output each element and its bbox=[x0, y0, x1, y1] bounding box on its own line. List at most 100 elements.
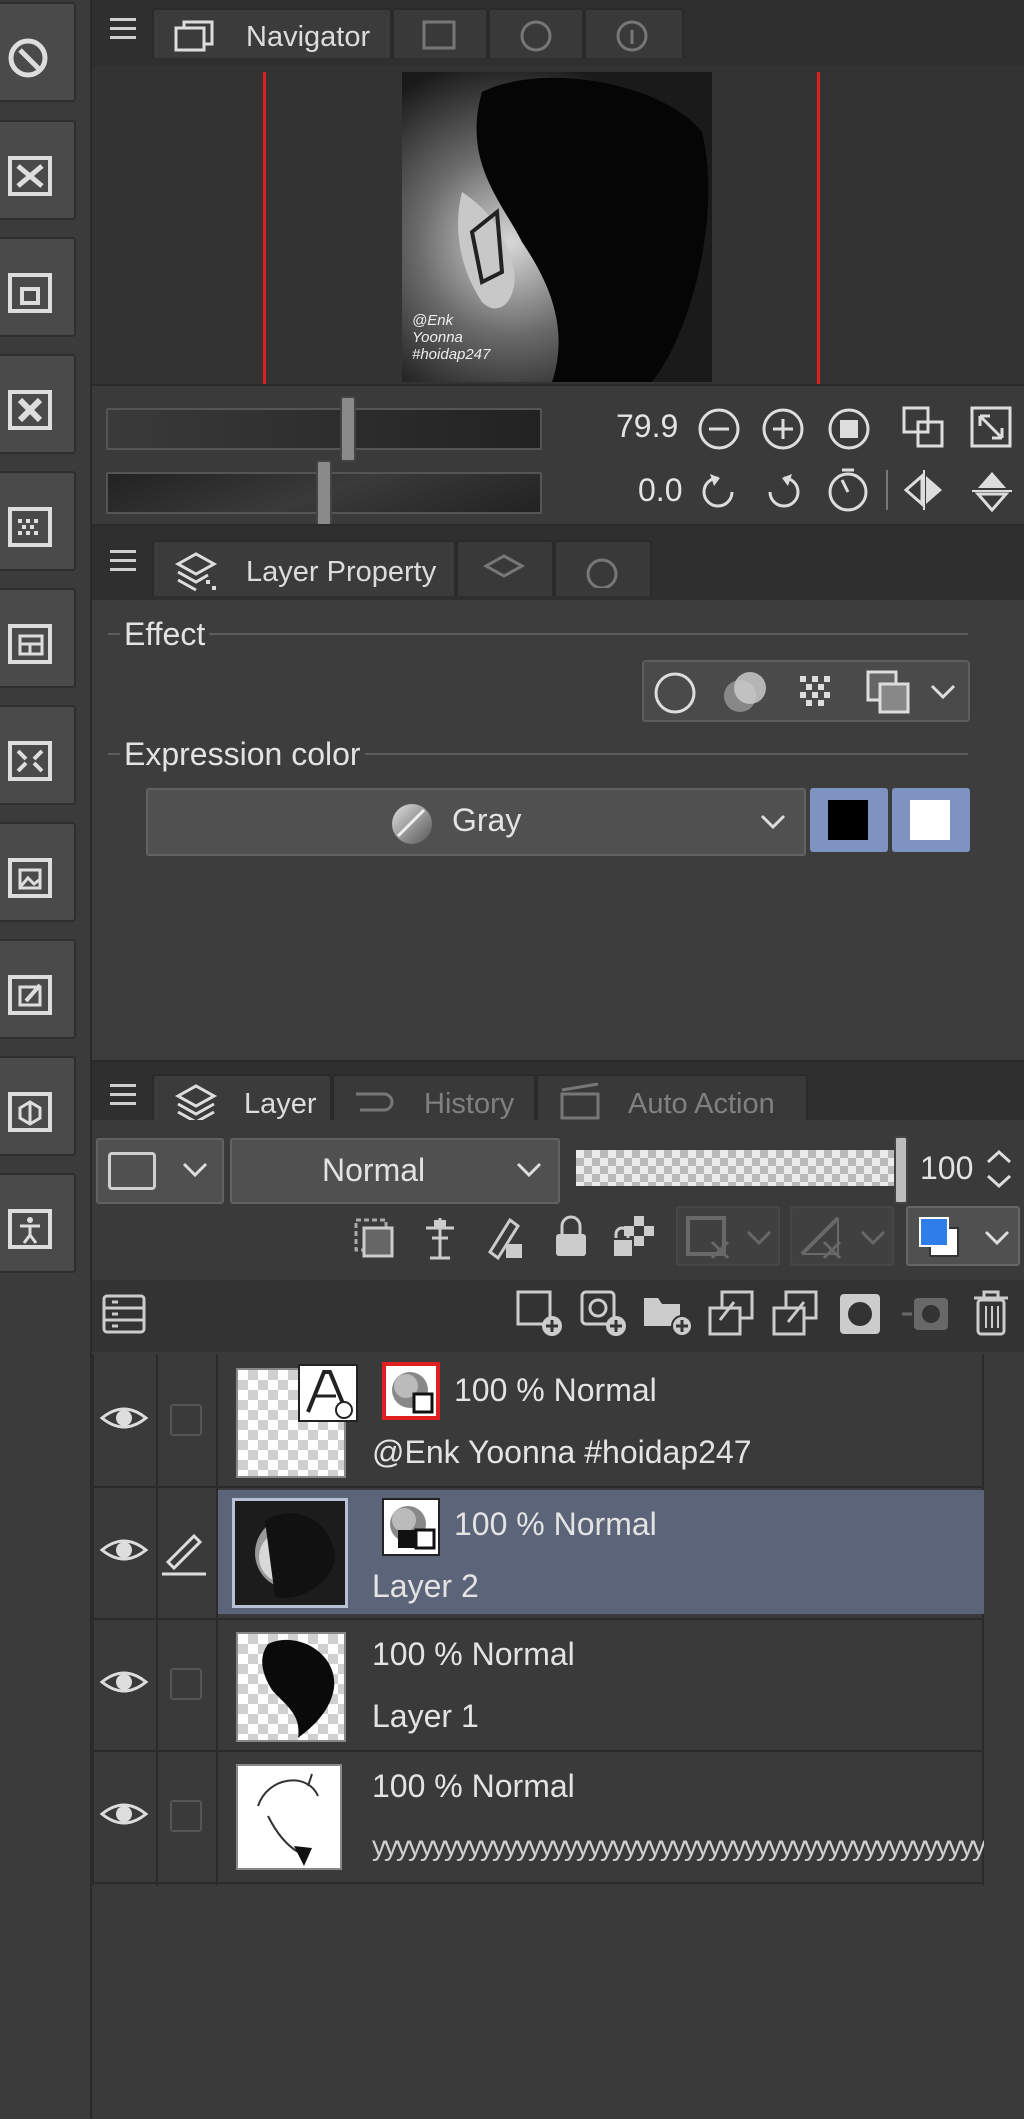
mask-icon bbox=[686, 1216, 730, 1260]
actual-size-icon[interactable] bbox=[826, 406, 872, 452]
delete-icon bbox=[8, 390, 52, 430]
layer-row-selected[interactable]: 100 % Normal Layer 2 bbox=[92, 1488, 984, 1620]
tab-sub-view[interactable] bbox=[392, 8, 488, 58]
lock-transparent-pixels-icon[interactable] bbox=[610, 1212, 660, 1262]
command-button-7[interactable] bbox=[0, 705, 76, 805]
border-effect-icon[interactable] bbox=[652, 670, 698, 716]
rotate-left-icon[interactable] bbox=[696, 468, 742, 514]
layer-name[interactable]: yyyyyyyyyyyyyyyyyyyyyyyyyyyyyyyyyyyyyyyy… bbox=[372, 1830, 1024, 1862]
fit-to-screen-icon[interactable] bbox=[968, 404, 1016, 452]
layer-row[interactable]: 100 % Normal yyyyyyyyyyyyyyyyyyyyyyyyyyy… bbox=[92, 1752, 986, 1884]
chevron-down-icon[interactable] bbox=[928, 680, 958, 704]
command-button-9[interactable] bbox=[0, 939, 76, 1039]
controls-divider bbox=[886, 470, 888, 510]
apply-mask-to-layer-icon[interactable] bbox=[900, 1290, 952, 1338]
draft-layer-icon[interactable] bbox=[480, 1212, 530, 1262]
visibility-eye-icon[interactable] bbox=[98, 1796, 150, 1832]
layer-color-effect-icon[interactable] bbox=[864, 668, 914, 718]
layer-color-select[interactable] bbox=[906, 1206, 1020, 1266]
opacity-value[interactable]: 100 bbox=[920, 1150, 973, 1187]
palette-color-select[interactable] bbox=[96, 1138, 224, 1204]
tab-navigator[interactable]: Navigator bbox=[152, 8, 392, 58]
tab-layer-property[interactable]: Layer Property bbox=[152, 540, 456, 596]
tab-history[interactable]: History bbox=[332, 1074, 536, 1126]
zoom-slider-thumb[interactable] bbox=[340, 396, 356, 462]
blend-mode-select[interactable]: Normal bbox=[230, 1138, 560, 1204]
flip-horizontal-icon[interactable] bbox=[900, 466, 948, 514]
zoom-slider[interactable] bbox=[106, 408, 542, 450]
opacity-slider[interactable] bbox=[576, 1150, 894, 1186]
edit-target-checkbox[interactable] bbox=[170, 1800, 202, 1832]
expression-color-select[interactable]: Gray bbox=[146, 788, 806, 856]
layer-name[interactable]: @Enk Yoonna #hoidap247 bbox=[372, 1434, 752, 1471]
command-button-2[interactable] bbox=[0, 120, 76, 220]
command-button-5[interactable] bbox=[0, 471, 76, 571]
command-button-8[interactable] bbox=[0, 822, 76, 922]
opacity-spinner-icon[interactable] bbox=[984, 1146, 1014, 1192]
zoom-value[interactable]: 79.9 bbox=[616, 408, 678, 445]
transfer-to-lower-layer-icon[interactable] bbox=[706, 1288, 758, 1340]
tab-layer-property-label: Layer Property bbox=[246, 556, 437, 588]
expression-color-effect-icon[interactable] bbox=[720, 668, 770, 718]
command-button-1[interactable] bbox=[0, 2, 76, 102]
expression-color-label: Expression color bbox=[120, 736, 365, 773]
ruler-range-select[interactable] bbox=[790, 1206, 894, 1266]
opacity-slider-thumb[interactable] bbox=[894, 1136, 908, 1204]
layer-name[interactable]: Layer 1 bbox=[372, 1698, 479, 1735]
tab-info[interactable] bbox=[584, 8, 684, 58]
effect-label: Effect bbox=[120, 616, 210, 653]
reset-rotation-icon[interactable] bbox=[824, 466, 872, 514]
layer-info: 100 % Normal bbox=[454, 1506, 657, 1542]
zoom-in-icon[interactable] bbox=[760, 406, 806, 452]
tab-color-set[interactable] bbox=[554, 540, 652, 596]
edit-target-checkbox[interactable] bbox=[170, 1404, 202, 1436]
chevron-down-icon bbox=[182, 1162, 208, 1178]
new-layer-folder-icon[interactable] bbox=[640, 1288, 696, 1340]
layer-list-scrollbar[interactable] bbox=[984, 1354, 1024, 2119]
layer-row[interactable]: 100 % Normal Layer 1 bbox=[92, 1620, 984, 1752]
pencil-edit-icon[interactable] bbox=[160, 1528, 212, 1576]
new-raster-layer-icon[interactable] bbox=[514, 1288, 566, 1340]
tab-navigator-label: Navigator bbox=[246, 21, 371, 53]
sub-color-white-button[interactable] bbox=[892, 788, 970, 852]
command-button-4[interactable] bbox=[0, 354, 76, 454]
tab-item-bank[interactable] bbox=[488, 8, 584, 58]
rotate-right-icon[interactable] bbox=[760, 468, 806, 514]
flip-vertical-icon[interactable] bbox=[968, 466, 1016, 514]
main-color-black-button[interactable] bbox=[810, 788, 888, 852]
chevron-down-icon bbox=[746, 1230, 772, 1246]
combine-to-layer-below-icon[interactable] bbox=[770, 1288, 822, 1340]
edit-target-checkbox[interactable] bbox=[170, 1668, 202, 1700]
visibility-eye-icon[interactable] bbox=[98, 1664, 150, 1700]
command-button-6[interactable] bbox=[0, 588, 76, 688]
clip-to-layer-below-icon[interactable] bbox=[350, 1214, 398, 1262]
rotation-value[interactable]: 0.0 bbox=[638, 472, 682, 509]
create-layer-mask-icon[interactable] bbox=[836, 1290, 884, 1338]
layer-list-menu-icon[interactable] bbox=[100, 1290, 148, 1340]
command-button-3[interactable] bbox=[0, 237, 76, 337]
lock-layer-icon[interactable] bbox=[548, 1212, 594, 1262]
panel-menu-icon[interactable] bbox=[110, 1084, 136, 1105]
layer-name[interactable]: Layer 2 bbox=[372, 1568, 479, 1605]
visibility-eye-icon[interactable] bbox=[98, 1532, 150, 1568]
fit-to-navigator-icon[interactable] bbox=[900, 404, 948, 452]
tone-effect-icon[interactable] bbox=[794, 670, 840, 716]
command-button-11[interactable] bbox=[0, 1173, 76, 1273]
enable-mask-select[interactable] bbox=[676, 1206, 780, 1266]
panel-menu-icon[interactable] bbox=[110, 18, 136, 39]
reference-layer-icon[interactable] bbox=[416, 1214, 464, 1262]
trash-icon[interactable] bbox=[970, 1288, 1012, 1340]
expression-color-gray-icon bbox=[382, 1362, 440, 1420]
panel-menu-icon[interactable] bbox=[110, 550, 136, 571]
new-vector-layer-icon[interactable] bbox=[578, 1288, 630, 1340]
tab-layer-search[interactable] bbox=[456, 540, 554, 596]
navigator-preview-area[interactable]: @Enk Yoonna #hoidap247 bbox=[92, 66, 1024, 386]
visibility-eye-icon[interactable] bbox=[98, 1400, 150, 1436]
zoom-out-icon[interactable] bbox=[696, 406, 742, 452]
rotate-slider-thumb[interactable] bbox=[316, 460, 332, 526]
tab-auto-action[interactable]: Auto Action bbox=[536, 1074, 808, 1126]
tab-layer[interactable]: Layer bbox=[152, 1074, 332, 1126]
gray-icon bbox=[392, 804, 432, 844]
layer-row[interactable]: 100 % Normal @Enk Yoonna #hoidap247 bbox=[92, 1356, 984, 1488]
command-button-10[interactable] bbox=[0, 1056, 76, 1156]
